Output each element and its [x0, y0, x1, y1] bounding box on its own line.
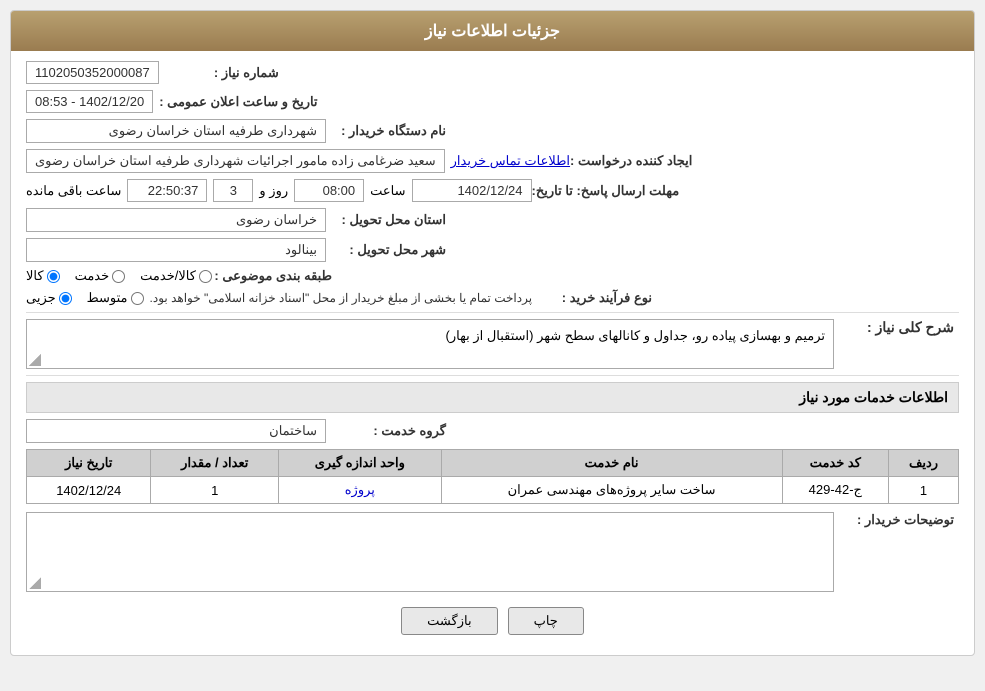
province-row: استان محل تحویل : خراسان رضوی [26, 208, 959, 232]
city-row: شهر محل تحویل : بینالود [26, 238, 959, 262]
description-row: شرح کلی نیاز : ترمیم و بهسازی پیاده رو، … [26, 319, 959, 369]
deadline-time-label: ساعت [370, 183, 405, 199]
col-header-code: کد خدمت [782, 450, 888, 477]
deadline-days-value: 3 [213, 179, 253, 202]
deadline-time-value: 08:00 [294, 179, 364, 202]
category-label-khadmat-kala: کالا/خدمت [140, 268, 196, 284]
card-header: جزئیات اطلاعات نیاز [11, 11, 974, 51]
description-text: ترمیم و بهسازی پیاده رو، جداول و کانالها… [446, 328, 825, 343]
request-number-value: 1102050352000087 [26, 61, 159, 84]
category-row: طبقه بندی موضوعی : کالا/خدمت خدمت کالا [26, 268, 959, 284]
main-card: جزئیات اطلاعات نیاز شماره نیاز : 1102050… [10, 10, 975, 656]
deadline-label: مهلت ارسال پاسخ: تا تاریخ: [532, 183, 680, 199]
request-number-label: شماره نیاز : [159, 65, 279, 81]
procurement-radio-minor[interactable] [59, 292, 72, 305]
cell-date-0: 1402/12/24 [27, 477, 151, 504]
category-radio-group: کالا/خدمت خدمت کالا [26, 268, 212, 284]
requester-label: ایجاد کننده درخواست : [570, 153, 692, 169]
requester-value: سعید ضرغامی زاده مامور اجرائیات شهرداری … [26, 149, 445, 173]
requester-link[interactable]: اطلاعات تماس خریدار [451, 153, 570, 169]
announce-datetime-label: تاریخ و ساعت اعلان عمومی : [159, 94, 317, 110]
procurement-row: نوع فرآیند خرید : پرداخت تمام یا بخشی از… [26, 290, 959, 306]
service-group-label: گروه خدمت : [326, 423, 446, 439]
procurement-radio-medium[interactable] [131, 292, 144, 305]
procurement-inline: پرداخت تمام یا بخشی از مبلغ خریدار از مح… [26, 290, 532, 306]
city-label: شهر محل تحویل : [326, 242, 446, 258]
col-header-row: ردیف [889, 450, 959, 477]
deadline-remaining-value: 22:50:37 [127, 179, 207, 202]
cell-code-0: ج-42-429 [782, 477, 888, 504]
col-header-date: تاریخ نیاز [27, 450, 151, 477]
table-header-row: ردیف کد خدمت نام خدمت واحد اندازه گیری ت… [27, 450, 959, 477]
button-row: چاپ بازگشت [26, 607, 959, 635]
province-value: خراسان رضوی [26, 208, 326, 232]
description-label: شرح کلی نیاز : [834, 319, 954, 336]
cell-row-0: 1 [889, 477, 959, 504]
buyer-notes-label: توضیحات خریدار : [834, 512, 954, 528]
cell-name-0: ساخت سایر پروژه‌های مهندسی عمران [441, 477, 782, 504]
procurement-label-medium: متوسط [87, 290, 128, 306]
deadline-inline: 1402/12/24 ساعت 08:00 روز و 3 22:50:37 س… [26, 179, 532, 202]
category-option-2: خدمت [75, 268, 126, 284]
category-option-1: کالا [26, 268, 60, 284]
service-group-value: ساختمان [26, 419, 326, 443]
table-row: 1 ج-42-429 ساخت سایر پروژه‌های مهندسی عم… [27, 477, 959, 504]
back-button[interactable]: بازگشت [401, 607, 497, 635]
province-label: استان محل تحویل : [326, 212, 446, 228]
buyer-org-value: شهرداری طرفیه استان خراسان رضوی [26, 119, 326, 143]
cell-unit-0: پروژه [279, 477, 441, 504]
procurement-label-minor: جزیی [26, 290, 56, 306]
category-label-khadmat: خدمت [75, 268, 110, 284]
separator-1 [26, 312, 959, 313]
col-header-unit: واحد اندازه گیری [279, 450, 441, 477]
description-value: ترمیم و بهسازی پیاده رو، جداول و کانالها… [26, 319, 834, 369]
deadline-remaining-label: ساعت باقی مانده [26, 183, 121, 199]
col-header-name: نام خدمت [441, 450, 782, 477]
deadline-row: مهلت ارسال پاسخ: تا تاریخ: 1402/12/24 سا… [26, 179, 959, 202]
category-label: طبقه بندی موضوعی : [212, 268, 332, 284]
service-table: ردیف کد خدمت نام خدمت واحد اندازه گیری ت… [26, 449, 959, 504]
requester-row: ایجاد کننده درخواست : اطلاعات تماس خریدا… [26, 149, 959, 173]
buyer-notes-row: توضیحات خریدار : [26, 512, 959, 592]
print-button[interactable]: چاپ [508, 607, 584, 635]
announce-datetime-row: تاریخ و ساعت اعلان عمومی : 1402/12/20 - … [26, 90, 959, 113]
service-group-row: گروه خدمت : ساختمان [26, 419, 959, 443]
buyer-org-label: نام دستگاه خریدار : [326, 123, 446, 139]
separator-2 [26, 375, 959, 376]
category-label-kala: کالا [26, 268, 44, 284]
description-resize-handle [29, 354, 41, 366]
category-radio-kala[interactable] [47, 270, 60, 283]
procurement-option-medium: متوسط [87, 290, 144, 306]
category-radio-khadmat[interactable] [112, 270, 125, 283]
buyer-notes-resize-handle [29, 577, 41, 589]
page-wrapper: جزئیات اطلاعات نیاز شماره نیاز : 1102050… [0, 0, 985, 691]
deadline-days-label: روز و [259, 183, 288, 199]
procurement-radio-group: متوسط جزیی [26, 290, 144, 306]
announce-datetime-value: 1402/12/20 - 08:53 [26, 90, 153, 113]
buyer-org-row: نام دستگاه خریدار : شهرداری طرفیه استان … [26, 119, 959, 143]
procurement-note: پرداخت تمام یا بخشی از مبلغ خریدار از مح… [150, 291, 533, 305]
buyer-notes-value [26, 512, 834, 592]
card-body: شماره نیاز : 1102050352000087 تاریخ و سا… [11, 51, 974, 655]
category-radio-khadmat-kala[interactable] [199, 270, 212, 283]
cell-quantity-0: 1 [151, 477, 279, 504]
category-option-3: کالا/خدمت [140, 268, 212, 284]
col-header-quantity: تعداد / مقدار [151, 450, 279, 477]
deadline-date-value: 1402/12/24 [412, 179, 532, 202]
service-info-header: اطلاعات خدمات مورد نیاز [26, 382, 959, 413]
requester-inline: اطلاعات تماس خریدار سعید ضرغامی زاده مام… [26, 149, 570, 173]
request-number-row: شماره نیاز : 1102050352000087 [26, 61, 959, 84]
procurement-label: نوع فرآیند خرید : [532, 290, 652, 306]
page-title: جزئیات اطلاعات نیاز [425, 23, 560, 40]
city-value: بینالود [26, 238, 326, 262]
procurement-option-minor: جزیی [26, 290, 72, 306]
